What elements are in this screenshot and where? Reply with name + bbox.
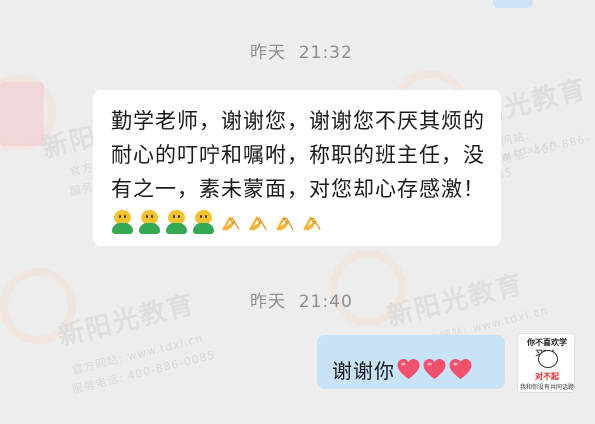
- avatar-caption: 对不起: [535, 372, 559, 381]
- smile-emoji-icon: [111, 210, 134, 234]
- smile-emoji-icon: [165, 210, 188, 234]
- message-timestamp: 昨天 21:40: [250, 292, 353, 312]
- watermark-logo: 新阳光教育: [55, 289, 199, 353]
- smile-emoji-icon: [192, 210, 215, 234]
- watermark-line: 官方网站: www.tdxl.cn: [70, 331, 205, 378]
- watermark-logo: 新阳光教育: [384, 269, 528, 333]
- pray-emoji-icon: [273, 210, 296, 234]
- watermark-line: 服务电话: 400-886-0085: [70, 348, 217, 397]
- message-text: 谢谢你: [332, 358, 395, 383]
- avatar-caption: 我和你没有共同话题: [519, 384, 574, 391]
- pray-emoji-icon: [300, 210, 323, 234]
- pray-emoji-icon: [219, 210, 242, 234]
- self-avatar[interactable]: 你不喜欢学习？！ 对不起 我和你没有共同话题: [517, 333, 575, 393]
- heart-emoji-icon: [422, 358, 447, 380]
- top-bar: [0, 0, 595, 10]
- message-bubble-received[interactable]: 勤学老师，谢谢您，谢谢您不厌其烦的耐心的叮咛和嘱咐，称职的班主任，没有之一，素未…: [93, 90, 501, 246]
- heart-emoji-icon: [396, 358, 421, 380]
- message-bubble-sent[interactable]: 谢谢你: [317, 335, 505, 389]
- message-text: 勤学老师，谢谢您，谢谢您不厌其烦的耐心的叮咛和嘱咐，称职的班主任，没有之一，素未…: [111, 109, 485, 201]
- watermark-ring: [0, 268, 76, 344]
- meme-face-icon: [538, 350, 558, 368]
- top-action-button[interactable]: [493, 0, 533, 8]
- heart-emoji-icon: [448, 358, 473, 380]
- smile-emoji-icon: [138, 210, 161, 234]
- message-timestamp: 昨天 21:32: [250, 43, 353, 63]
- avatar[interactable]: [0, 82, 44, 146]
- pray-emoji-icon: [246, 210, 269, 234]
- emoji-row: [111, 210, 485, 234]
